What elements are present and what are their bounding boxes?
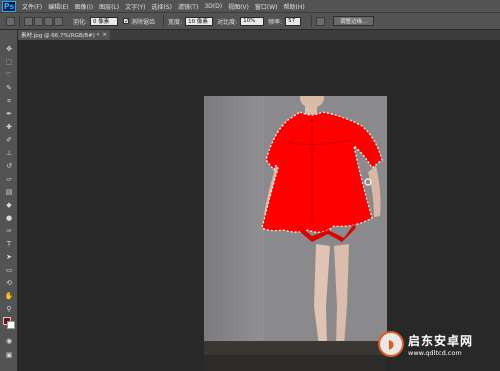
menu-3d[interactable]: 3D(D) — [204, 3, 222, 10]
lasso-tool-icon[interactable]: ➰ — [4, 70, 14, 80]
photo-illustration — [261, 96, 383, 346]
magnetic-lasso-preset-icon[interactable] — [6, 16, 15, 26]
menu-view[interactable]: 视图(V) — [228, 2, 249, 11]
document-tab[interactable]: 素材.jpg @ 66.7%(RGB/8#) * × — [18, 30, 110, 40]
path-selection-tool-icon[interactable]: ➤ — [4, 252, 14, 262]
type-tool-icon[interactable]: T — [4, 239, 14, 249]
quick-mask-icon[interactable]: ◉ — [4, 336, 14, 346]
feather-input[interactable]: 0 像素 — [90, 16, 119, 26]
width-input[interactable]: 10 像素 — [185, 16, 214, 26]
healing-brush-tool-icon[interactable]: ✚ — [4, 122, 14, 132]
tablet-pressure-icon[interactable] — [316, 16, 326, 26]
menu-image[interactable]: 图像(I) — [75, 2, 93, 11]
3d-tool-icon[interactable]: ⟲ — [4, 278, 14, 288]
eyedropper-tool-icon[interactable]: ✒ — [4, 109, 14, 119]
bracelet — [364, 178, 372, 186]
options-bar: 羽化: 0 像素 ✓ 消除锯齿 宽度: 10 像素 对比度: 10% 频率: 5… — [0, 12, 500, 30]
intersect-selection-icon[interactable] — [54, 16, 63, 26]
contrast-label: 对比度: — [217, 18, 238, 26]
move-tool-icon[interactable]: ✥ — [4, 44, 14, 54]
subtract-from-selection-icon[interactable] — [44, 16, 53, 26]
zoom-tool-icon[interactable]: ⚲ — [4, 304, 14, 314]
frequency-label: 频率: — [268, 18, 283, 26]
watermark-text: 启东安卓网 www.qdltcd.com — [408, 332, 473, 357]
model-left-leg — [314, 244, 330, 346]
frequency-input[interactable]: 57 — [285, 16, 302, 26]
watermark-title: 启东安卓网 — [408, 333, 474, 348]
menu-type[interactable]: 文字(Y) — [125, 2, 145, 11]
screen-mode-icon[interactable]: ▣ — [4, 350, 14, 360]
contrast-input[interactable]: 10% — [240, 16, 265, 26]
antialias-checkbox[interactable]: ✓ — [123, 18, 129, 25]
document-tab-title: 素材.jpg @ 66.7%(RGB/8#) * — [21, 33, 100, 39]
menu-help[interactable]: 帮助(H) — [284, 2, 305, 11]
dodge-tool-icon[interactable]: ● — [4, 213, 14, 223]
divider — [311, 15, 313, 27]
clone-stamp-tool-icon[interactable]: ⊥ — [4, 148, 14, 158]
hand-tool-icon[interactable]: ✋ — [4, 291, 14, 301]
pen-tool-icon[interactable]: ✑ — [4, 226, 14, 236]
photo-canvas[interactable] — [204, 96, 387, 361]
refine-edge-button[interactable]: 调整边缘... — [333, 16, 375, 26]
model-right-leg — [334, 244, 349, 346]
new-selection-icon[interactable] — [24, 16, 33, 26]
document-tab-bar: 素材.jpg @ 66.7%(RGB/8#) * × — [18, 30, 500, 40]
close-icon[interactable]: × — [102, 32, 107, 38]
menu-layer[interactable]: 图层(L) — [99, 2, 119, 11]
blur-tool-icon[interactable]: ◆ — [4, 200, 14, 210]
divider — [163, 15, 165, 27]
menu-window[interactable]: 窗口(W) — [255, 2, 278, 11]
menu-select[interactable]: 选择(S) — [151, 2, 172, 11]
feather-label: 羽化: — [73, 18, 88, 26]
quick-selection-tool-icon[interactable]: ✎ — [4, 83, 14, 93]
tools-panel: ✥ ⬚ ➰ ✎ ⌗ ✒ ✚ ✐ ⊥ ↺ ▱ ▤ ◆ ● ✑ T ➤ ▭ ⟲ ✋ … — [0, 30, 18, 371]
history-brush-tool-icon[interactable]: ↺ — [4, 161, 14, 171]
width-label: 宽度: — [168, 18, 183, 26]
antialias-label: 消除锯齿 — [131, 18, 156, 26]
menu-bar: Ps 文件(F) 编辑(E) 图像(I) 图层(L) 文字(Y) 选择(S) 滤… — [0, 0, 500, 12]
shape-tool-icon[interactable]: ▭ — [4, 265, 14, 275]
watermark-logo-icon: ◗ — [378, 331, 404, 357]
model-neck — [305, 104, 317, 114]
add-to-selection-icon[interactable] — [34, 16, 43, 26]
divider — [19, 15, 20, 27]
crop-tool-icon[interactable]: ⌗ — [4, 96, 14, 106]
gradient-tool-icon[interactable]: ▤ — [4, 187, 14, 197]
background-color-swatch[interactable] — [7, 321, 15, 329]
watermark: ◗ 启东安卓网 www.qdltcd.com — [378, 324, 500, 364]
watermark-url: www.qdltcd.com — [408, 348, 462, 357]
marquee-tool-icon[interactable]: ⬚ — [4, 57, 14, 67]
eraser-tool-icon[interactable]: ▱ — [4, 174, 14, 184]
menu-file[interactable]: 文件(F) — [22, 2, 42, 11]
menu-filter[interactable]: 滤镜(T) — [178, 2, 198, 11]
photoshop-logo: Ps — [2, 0, 16, 12]
menu-edit[interactable]: 编辑(E) — [48, 2, 68, 11]
red-dress-selection — [261, 111, 383, 233]
brush-tool-icon[interactable]: ✐ — [4, 135, 14, 145]
photo-floor-strip — [204, 355, 387, 371]
